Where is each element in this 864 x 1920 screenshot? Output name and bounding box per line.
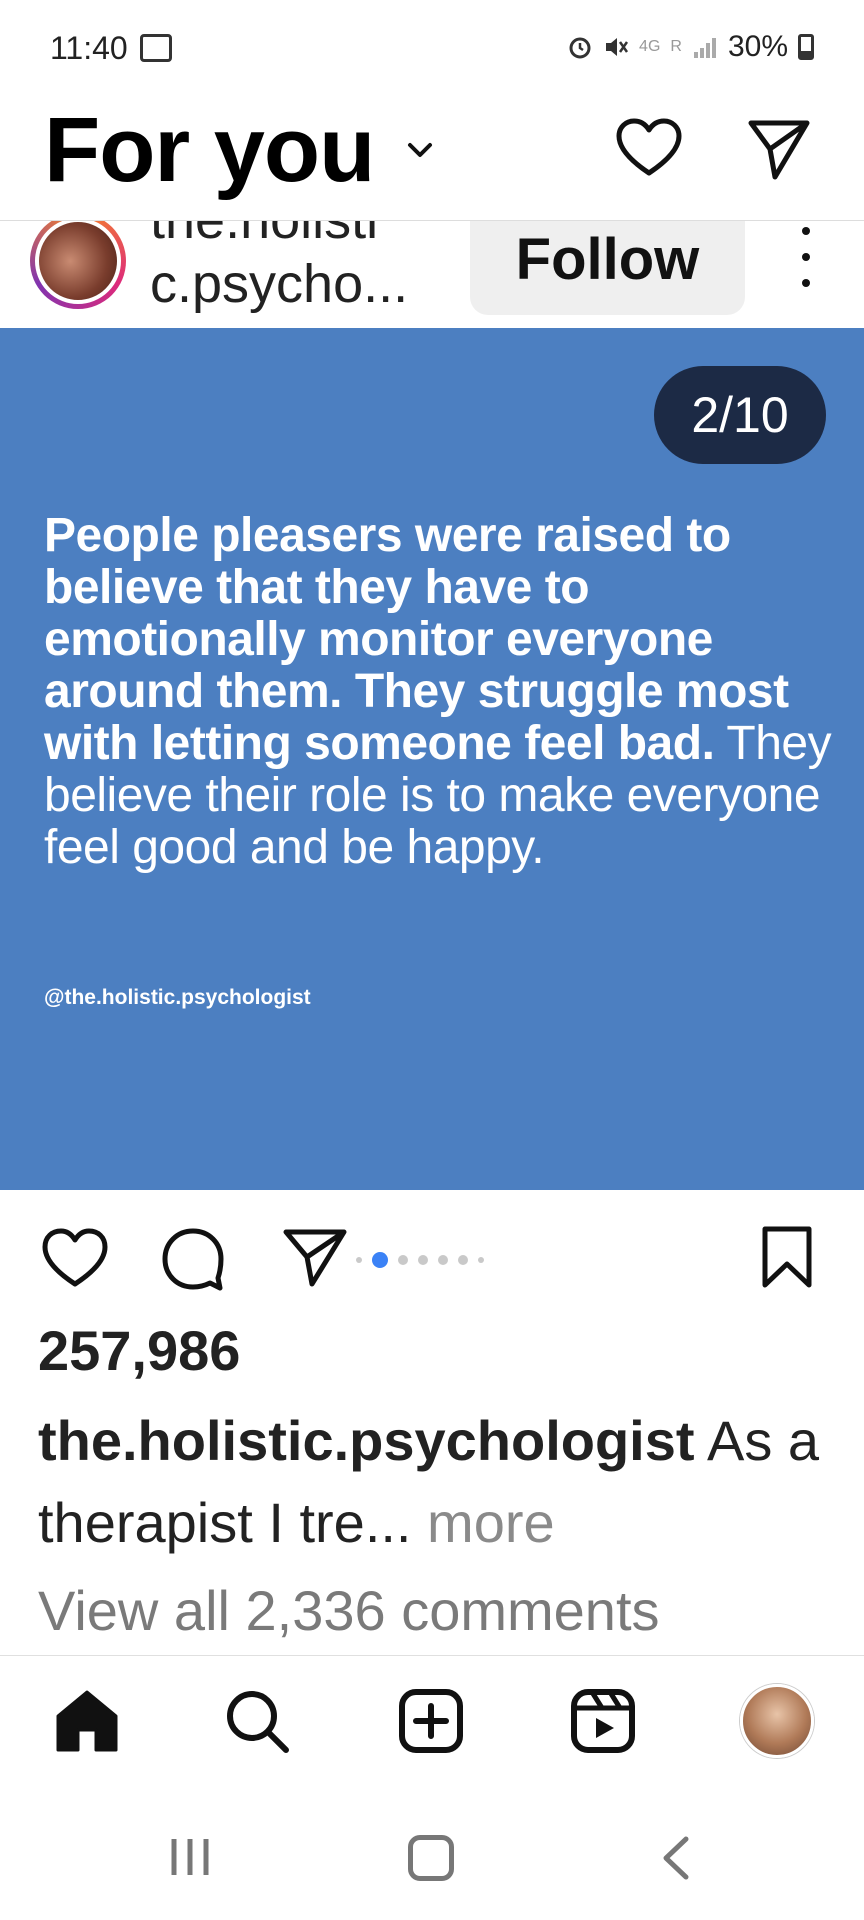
bookmark-icon[interactable] (760, 1224, 814, 1290)
create-icon[interactable] (396, 1686, 466, 1756)
carousel-dot (356, 1257, 362, 1263)
share-icon[interactable] (282, 1226, 348, 1288)
battery-percent: 30% (727, 30, 788, 63)
status-icons: 4G R 30% (567, 30, 814, 64)
carousel-indicator (356, 1252, 484, 1268)
system-nav (0, 1785, 864, 1920)
post-quote: People pleasers were raised to believe t… (44, 510, 834, 874)
caption-username[interactable]: the.holistic.psychologist (38, 1409, 695, 1472)
like-count[interactable]: 257,986 (38, 1318, 240, 1383)
follow-button[interactable]: Follow (470, 221, 745, 315)
post-image[interactable]: 2/10 People pleasers were raised to beli… (0, 328, 864, 1190)
mute-icon (606, 38, 629, 56)
chevron-down-icon[interactable] (400, 130, 440, 170)
home-icon[interactable] (52, 1686, 122, 1756)
more-options-icon[interactable] (800, 227, 812, 287)
carousel-dot (458, 1255, 468, 1265)
system-home-icon[interactable] (408, 1835, 454, 1881)
post-author-row: the.holisti c.psycho... Follow (0, 220, 864, 328)
caption-more-link[interactable]: more (412, 1491, 555, 1554)
author-avatar[interactable] (30, 221, 126, 309)
signal-icon (693, 38, 716, 58)
author-name[interactable]: c.psycho... (150, 253, 408, 315)
post-caption[interactable]: the.holistic.psychologist As a therapist… (38, 1400, 838, 1564)
network-label: 4G (639, 38, 661, 55)
feed-title[interactable]: For you (44, 98, 375, 203)
alarm-icon (569, 37, 591, 59)
search-icon[interactable] (222, 1686, 292, 1756)
reels-icon[interactable] (568, 1686, 638, 1756)
heart-icon[interactable] (615, 115, 683, 183)
carousel-dot (438, 1255, 448, 1265)
roaming-label: R (670, 38, 682, 55)
recent-apps-icon[interactable] (168, 1835, 212, 1879)
bottom-nav (0, 1655, 864, 1785)
back-icon[interactable] (660, 1835, 690, 1881)
author-name-partial[interactable]: the.holisti (150, 221, 378, 251)
carousel-dot (418, 1255, 428, 1265)
status-time: 11:40 (50, 30, 128, 66)
view-comments-link[interactable]: View all 2,336 comments (38, 1578, 660, 1643)
feed-header: For you (0, 90, 864, 220)
send-icon[interactable] (745, 115, 813, 183)
post-actions (0, 1210, 864, 1300)
status-bar: 11:40 4G R 30% (0, 0, 864, 100)
notification-icon (140, 34, 172, 62)
quote-bold-text: People pleasers were raised to believe t… (44, 509, 789, 770)
comment-icon[interactable] (160, 1226, 226, 1292)
like-icon[interactable] (40, 1226, 110, 1290)
carousel-dot (398, 1255, 408, 1265)
carousel-dot (478, 1257, 484, 1263)
carousel-dot-active (372, 1252, 388, 1268)
profile-avatar[interactable] (740, 1684, 814, 1758)
carousel-counter: 2/10 (654, 366, 826, 464)
quote-handle: @the.holistic.psychologist (44, 986, 311, 1009)
battery-icon (798, 34, 814, 60)
